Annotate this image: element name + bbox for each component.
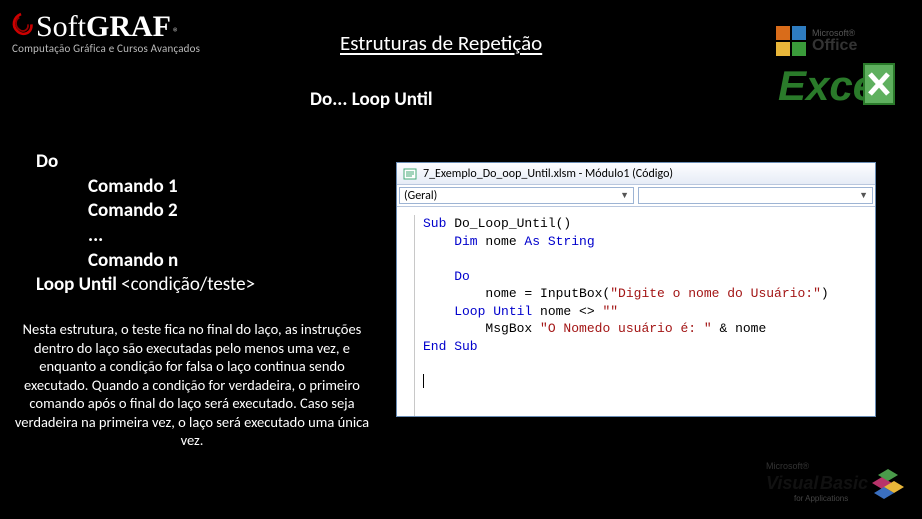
chevron-down-icon: ▼ <box>620 190 629 201</box>
code-body[interactable]: Sub Do_Loop_Until() Dim nome As String D… <box>397 207 875 416</box>
slide-subtitle: Do... Loop Until <box>310 88 433 111</box>
visual-basic-logo-icon: Microsoft® Visual Basic for Applications <box>764 457 904 507</box>
object-dropdown-value: (Geral) <box>404 189 437 203</box>
chevron-down-icon: ▼ <box>859 190 868 201</box>
logo-reg: ® <box>173 26 179 40</box>
syntax-c2: Comando 2 <box>88 199 255 224</box>
code-window-titlebar: 7_Exemplo_Do_oop_Until.xlsm - Módulo1 (C… <box>397 163 875 185</box>
logo-tagline: Computação Gráfica e Cursos Avançados <box>12 42 200 55</box>
logo-soft: Soft <box>36 10 86 44</box>
slide-title: Estruturas de Repetição <box>340 30 542 56</box>
procedure-dropdown[interactable]: ▼ <box>638 187 873 204</box>
brand-logo: SoftGRAF® Computação Gráfica e Cursos Av… <box>8 10 200 55</box>
svg-text:Office: Office <box>812 37 857 54</box>
syntax-do: Do <box>36 150 255 175</box>
object-dropdown[interactable]: (Geral) ▼ <box>399 187 634 204</box>
syntax-loop: Loop Until <condição/teste> <box>36 273 255 298</box>
vba-source: Sub Do_Loop_Until() Dim nome As String D… <box>423 215 829 416</box>
syntax-dots: ... <box>88 224 255 249</box>
swirl-icon <box>8 12 34 42</box>
svg-text:Basic: Basic <box>820 473 868 493</box>
syntax-cn: Comando n <box>88 249 255 274</box>
vba-code-window: 7_Exemplo_Do_oop_Until.xlsm - Módulo1 (C… <box>396 162 876 417</box>
syntax-pseudocode: Do Comando 1 Comando 2 ... Comando n Loo… <box>36 150 255 298</box>
svg-text:Microsoft®: Microsoft® <box>766 461 810 471</box>
excel-logo-icon: Microsoft® Office Excel <box>774 22 904 114</box>
module-icon <box>403 167 417 181</box>
code-dropdown-row: (Geral) ▼ ▼ <box>397 185 875 207</box>
svg-text:Visual: Visual <box>766 473 819 493</box>
svg-text:for Applications: for Applications <box>794 494 848 503</box>
code-window-title: 7_Exemplo_Do_oop_Until.xlsm - Módulo1 (C… <box>423 167 673 181</box>
explanation-text: Nesta estrutura, o teste fica no final d… <box>6 320 378 450</box>
logo-graf: GRAF <box>86 10 171 44</box>
syntax-c1: Comando 1 <box>88 175 255 200</box>
code-gutter <box>403 215 415 416</box>
text-cursor <box>423 374 424 388</box>
